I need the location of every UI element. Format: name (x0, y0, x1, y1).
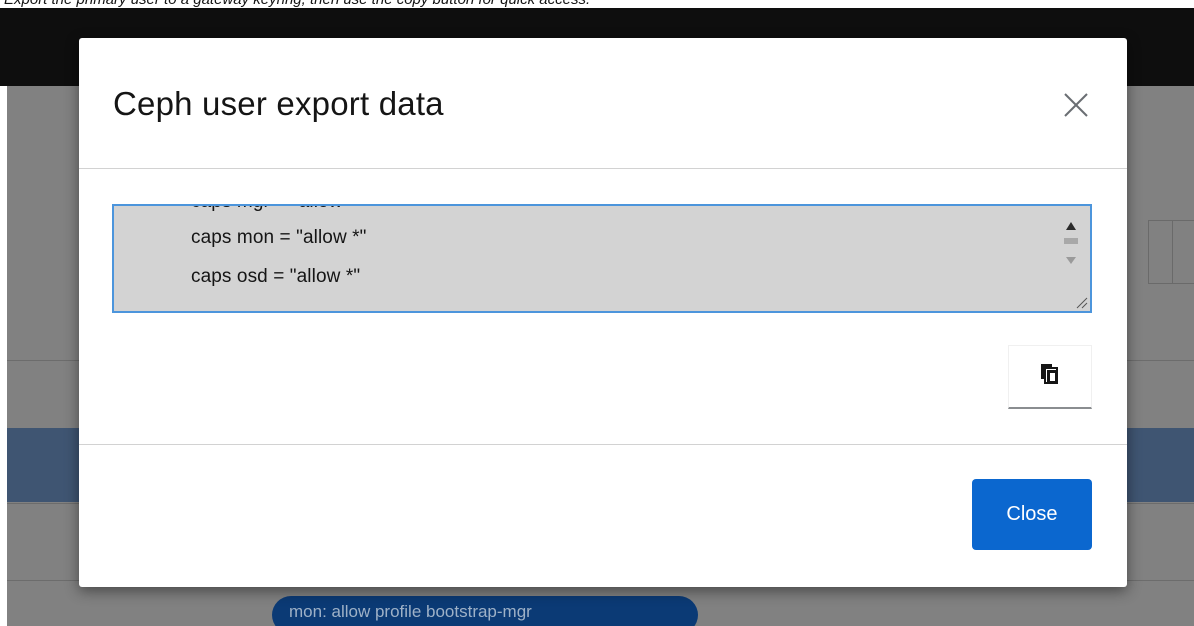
background-caption-strip: Export the primary user to a gateway key… (0, 0, 1194, 8)
export-line-partial: caps mgr = "allow *" (191, 206, 362, 213)
resize-grip-icon[interactable] (1074, 295, 1088, 309)
modal-footer: Close (79, 445, 1127, 587)
copy-to-clipboard-button[interactable] (1008, 345, 1092, 409)
modal-body: caps mgr = "allow *" caps mon = "allow *… (79, 169, 1127, 445)
modal-title: Ceph user export data (113, 85, 444, 122)
export-line-caps-mon: caps mon = "allow *" (191, 227, 367, 248)
export-data-textarea[interactable]: caps mgr = "allow *" caps mon = "allow *… (112, 204, 1092, 313)
close-button[interactable]: Close (972, 479, 1092, 550)
clipboard-icon (1039, 362, 1061, 391)
export-line-caps-osd: caps osd = "allow *" (191, 266, 361, 287)
background-caption: Export the primary user to a gateway key… (4, 0, 590, 8)
export-modal: Ceph user export data caps mgr = "allow … (79, 38, 1127, 587)
modal-header: Ceph user export data (79, 38, 1127, 169)
textarea-scrollbar[interactable] (1060, 212, 1082, 272)
background-capability-badge: mon: allow profile bootstrap-mgr (272, 596, 698, 626)
close-icon[interactable] (1057, 86, 1095, 124)
background-sidebar-edge (0, 86, 7, 626)
background-toolbar-widget (1172, 220, 1194, 284)
background-toolbar-widget (1148, 220, 1172, 284)
